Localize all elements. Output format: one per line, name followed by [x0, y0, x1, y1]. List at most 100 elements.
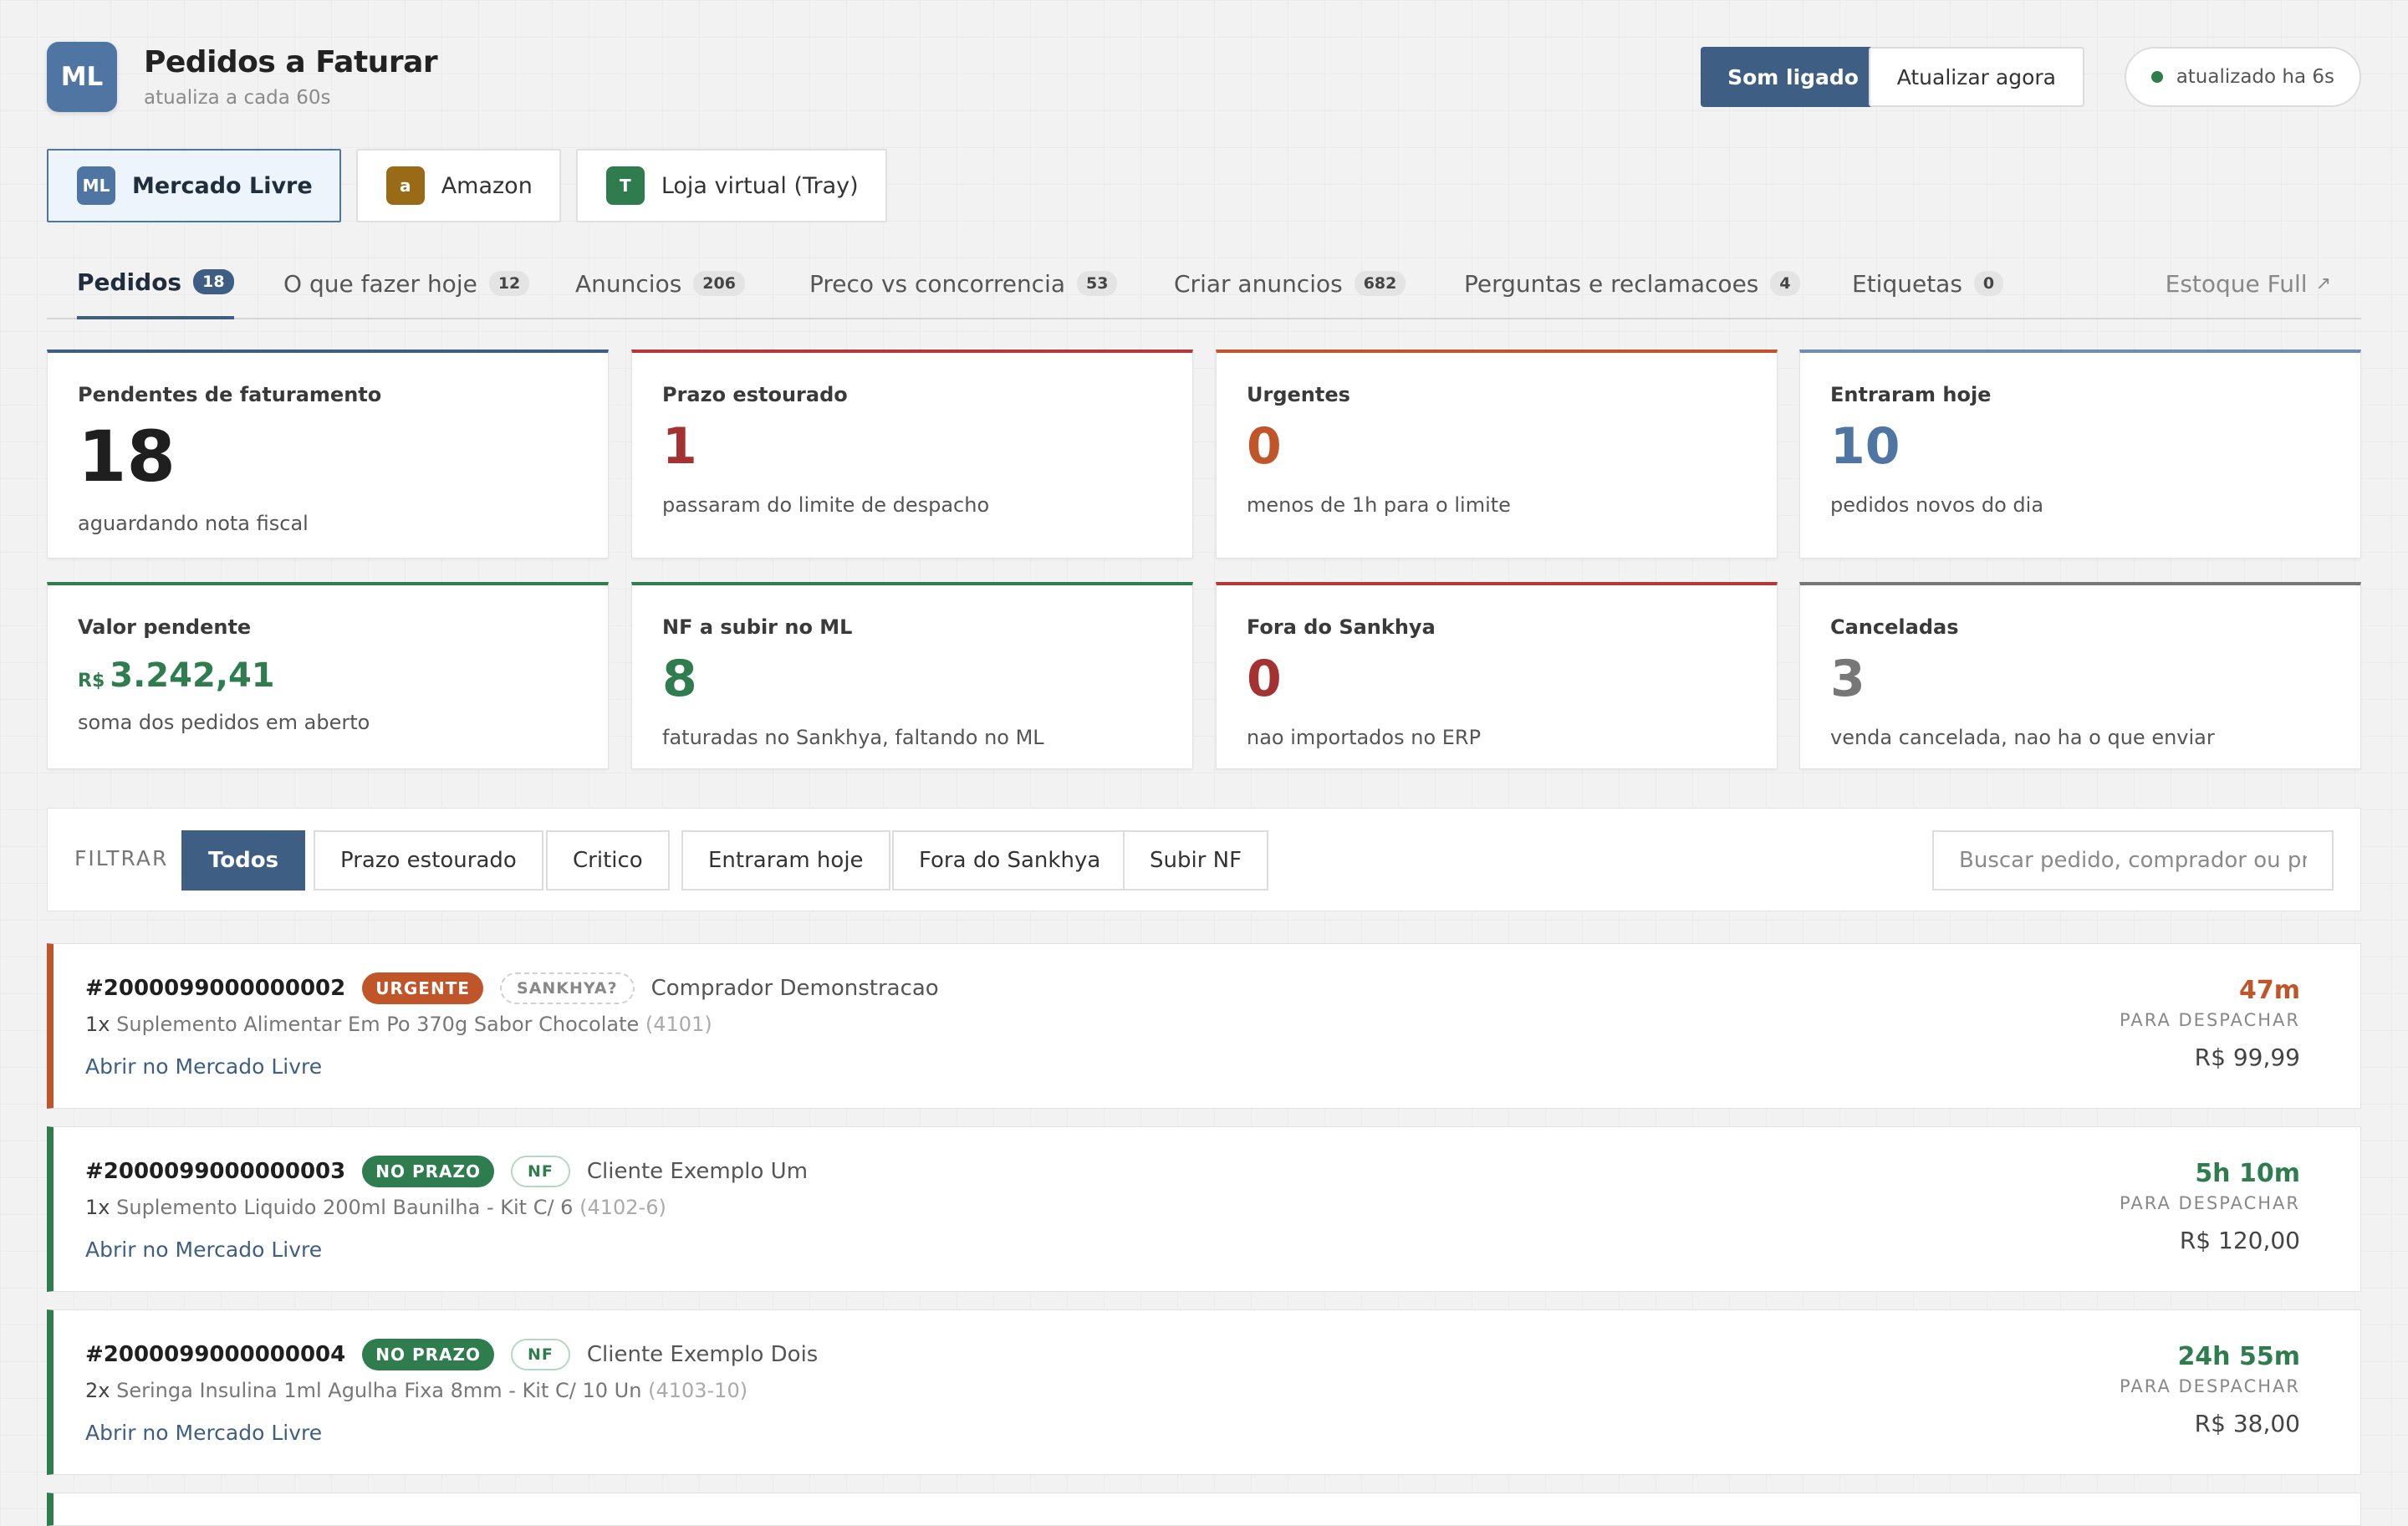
tab-estoque-full[interactable]: Estoque Full ↗ [2166, 254, 2331, 319]
tab-pedidos[interactable]: Pedidos 18 [77, 254, 234, 319]
sankhya-badge: SANKHYA? [500, 972, 635, 1004]
order-quantity: 2x [85, 1379, 110, 1402]
amazon-icon: a [385, 166, 425, 205]
order-product: 1x Suplemento Alimentar Em Po 370g Sabor… [85, 1013, 712, 1036]
open-mercado-livre-link[interactable]: Abrir no Mercado Livre [85, 1238, 322, 1262]
page-title: Pedidos a Faturar [144, 45, 438, 79]
buyer-name: Comprador Demonstracao [650, 976, 939, 1001]
card-entraram-hoje: Entraram hoje 10 pedidos novos do dia [1799, 350, 2361, 559]
open-mercado-livre-link[interactable]: Abrir no Mercado Livre [85, 1421, 322, 1445]
tab-label: Pedidos [77, 268, 182, 296]
dispatch-label: PARA DESPACHAR [2120, 1193, 2300, 1213]
order-quantity: 1x [85, 1196, 110, 1219]
filter-chip-prazo-estourado[interactable]: Prazo estourado [314, 830, 543, 891]
card-label: NF a subir no ML [662, 615, 853, 639]
card-value: 18 [78, 416, 176, 498]
order-product: 1x Suplemento Liquido 200ml Baunilha - K… [85, 1196, 666, 1219]
product-name: Suplemento Liquido 200ml Baunilha - Kit … [116, 1196, 574, 1219]
search-input[interactable] [1932, 830, 2334, 891]
card-urgentes: Urgentes 0 menos de 1h para o limite [1216, 350, 1778, 559]
card-label: Fora do Sankhya [1247, 615, 1436, 639]
order-row: #2000099000000004 NO PRAZO NF Cliente Ex… [47, 1309, 2361, 1475]
status-badge: NO PRAZO [362, 1156, 494, 1187]
card-label: Entraram hoje [1830, 383, 1992, 406]
product-name: Suplemento Alimentar Em Po 370g Sabor Ch… [116, 1013, 640, 1036]
market-label: Amazon [441, 172, 533, 199]
card-label: Urgentes [1247, 383, 1350, 406]
tab-o-que-fazer-hoje[interactable]: O que fazer hoje 12 [283, 254, 530, 319]
dispatch-label: PARA DESPACHAR [2120, 1376, 2300, 1396]
tab-label: O que fazer hoje [283, 269, 477, 298]
card-pendentes: Pendentes de faturamento 18 aguardando n… [47, 350, 609, 559]
product-name: Seringa Insulina 1ml Agulha Fixa 8mm - K… [116, 1379, 642, 1402]
dispatch-time: 24h 55m [2177, 1342, 2300, 1371]
market-tray[interactable]: T Loja virtual (Tray) [575, 149, 887, 222]
refresh-button[interactable]: Atualizar agora [1868, 47, 2084, 107]
filter-chip-critico[interactable]: Critico [546, 830, 670, 891]
tab-bar: Pedidos 18 O que fazer hoje 12 Anuncios … [47, 254, 2361, 319]
card-desc: passaram do limite de despacho [662, 493, 990, 517]
order-quantity: 1x [85, 1013, 110, 1036]
tab-count-badge: 206 [693, 271, 745, 296]
tab-count-badge: 18 [193, 269, 234, 294]
market-label: Mercado Livre [132, 172, 313, 199]
card-value: 0 [1247, 417, 1282, 476]
card-label: Valor pendente [78, 615, 252, 639]
open-mercado-livre-link[interactable]: Abrir no Mercado Livre [85, 1054, 322, 1079]
filter-chip-subir-nf[interactable]: Subir NF [1123, 830, 1269, 891]
order-id: #2000099000000003 [85, 1159, 346, 1184]
app-logo: ML [47, 42, 117, 112]
card-desc: aguardando nota fiscal [78, 512, 309, 535]
market-mercado-livre[interactable]: ML Mercado Livre [47, 149, 341, 222]
card-prazo-estourado: Prazo estourado 1 passaram do limite de … [631, 350, 1193, 559]
tray-icon: T [605, 166, 645, 205]
card-desc: pedidos novos do dia [1830, 493, 2044, 517]
mercado-livre-icon: ML [77, 166, 115, 205]
buyer-name: Cliente Exemplo Dois [586, 1342, 819, 1367]
filter-bar: FILTRAR Todos Prazo estourado Critico En… [47, 808, 2361, 911]
order-product: 2x Seringa Insulina 1ml Agulha Fixa 8mm … [85, 1379, 747, 1402]
page-subtitle: atualiza a cada 60s [144, 87, 331, 109]
card-value: R$ 3.242,41 [78, 659, 578, 692]
order-value: R$ 120,00 [2179, 1227, 2300, 1254]
product-sku: (4102-6) [579, 1196, 666, 1219]
card-value: 1 [662, 417, 697, 476]
product-sku: (4101) [645, 1013, 712, 1036]
card-canceladas: Canceladas 3 venda cancelada, nao ha o q… [1799, 582, 2361, 769]
tab-anuncios[interactable]: Anuncios 206 [575, 254, 745, 319]
tab-count-badge: 4 [1770, 271, 1800, 296]
tab-perguntas-e-reclamacoes[interactable]: Perguntas e reclamacoes 4 [1464, 254, 1800, 319]
product-sku: (4103-10) [648, 1379, 748, 1402]
market-amazon[interactable]: a Amazon [355, 149, 561, 222]
card-fora-do-sankhya: Fora do Sankhya 0 nao importados no ERP [1216, 582, 1778, 769]
tab-count-badge: 0 [1973, 271, 2004, 296]
header: ML Pedidos a Faturar atualiza a cada 60s… [47, 42, 2361, 112]
status-badge: URGENTE [362, 972, 484, 1004]
nf-badge: NF [511, 1339, 570, 1370]
sound-toggle-button[interactable]: Som ligado [1701, 47, 1885, 107]
buyer-name: Cliente Exemplo Um [586, 1159, 809, 1184]
market-label: Loja virtual (Tray) [661, 172, 859, 199]
tab-label: Etiquetas [1852, 269, 1962, 298]
filter-chip-entraram-hoje[interactable]: Entraram hoje [681, 830, 890, 891]
filter-chip-fora-do-sankhya[interactable]: Fora do Sankhya [892, 830, 1128, 891]
marketplace-selector: ML Mercado Livre a Amazon T Loja virtual… [47, 149, 887, 222]
dispatch-label: PARA DESPACHAR [2120, 1010, 2300, 1030]
page: ML Pedidos a Faturar atualiza a cada 60s… [47, 0, 2361, 1526]
tab-count-badge: 12 [488, 271, 530, 296]
filter-chip-todos[interactable]: Todos [181, 830, 306, 891]
tab-etiquetas[interactable]: Etiquetas 0 [1852, 254, 2004, 319]
tab-criar-anuncios[interactable]: Criar anuncios 682 [1174, 254, 1406, 319]
tab-preco-vs-concorrencia[interactable]: Preco vs concorrencia 53 [809, 254, 1118, 319]
tab-label: Preco vs concorrencia [809, 269, 1066, 298]
card-desc: venda cancelada, nao ha o que enviar [1830, 726, 2215, 749]
dispatch-time: 5h 10m [2195, 1159, 2300, 1188]
card-desc: faturadas no Sankhya, faltando no ML [662, 726, 1044, 749]
card-value: 0 [1247, 650, 1282, 708]
card-value: 10 [1830, 417, 1900, 476]
status-badge: NO PRAZO [362, 1339, 494, 1370]
status-dot-icon [2150, 71, 2163, 83]
order-value: R$ 99,99 [2194, 1044, 2300, 1071]
card-desc: soma dos pedidos em aberto [78, 711, 370, 734]
card-value: 8 [662, 650, 697, 708]
